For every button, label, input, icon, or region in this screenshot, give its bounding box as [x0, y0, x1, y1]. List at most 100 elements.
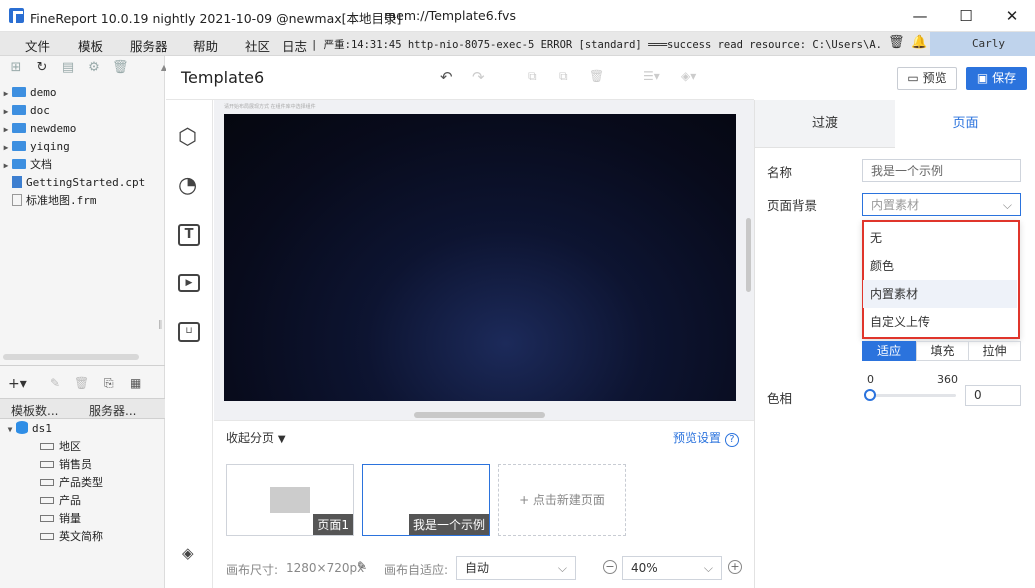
zoom-in-icon[interactable]: +: [728, 560, 742, 574]
align-icon[interactable]: ☰▾: [643, 69, 660, 83]
background-select[interactable]: 内置素材 ⌵: [862, 193, 1021, 216]
menu-template[interactable]: 模板: [78, 36, 103, 55]
notification-bell-icon[interactable]: 🔔: [911, 35, 927, 50]
zoom-select[interactable]: 40% ⌵: [622, 556, 722, 580]
save-label: 保存: [992, 71, 1017, 85]
field-icon: [40, 497, 54, 504]
page-name-input[interactable]: 我是一个示例: [862, 159, 1021, 182]
menu-server[interactable]: 服务器: [130, 36, 168, 55]
tree-item-map[interactable]: 标准地图.frm: [0, 192, 160, 210]
edit-dataset-icon[interactable]: ✎: [50, 376, 60, 390]
field-icon: [40, 479, 54, 486]
tree-horizontal-scrollbar[interactable]: [3, 354, 139, 360]
3d-component-icon[interactable]: ⬡: [178, 126, 197, 150]
new-folder-icon[interactable]: ⊞: [8, 60, 24, 76]
template-info-icon[interactable]: ▤: [60, 60, 76, 76]
collapse-pages-button[interactable]: 收起分页 ▼: [226, 429, 286, 446]
page-thumbnail-1[interactable]: 页面1: [226, 464, 354, 536]
close-button[interactable]: ✕: [989, 0, 1035, 32]
chevron-down-icon: ⌵: [1002, 198, 1012, 212]
window-title: FineReport 10.0.19 nightly 2021-10-09 @n…: [30, 11, 402, 26]
tree-item-gettingstarted[interactable]: GettingStarted.cpt: [0, 174, 160, 192]
delete-icon[interactable]: 🗑: [112, 60, 129, 76]
field-icon: [40, 515, 54, 522]
option-none[interactable]: 无: [863, 224, 1017, 252]
expand-arrow-icon[interactable]: ▶: [0, 85, 12, 103]
dataset-settings-icon[interactable]: ▦: [130, 376, 141, 390]
delete-log-icon[interactable]: 🗑: [888, 35, 905, 50]
file-path: mem://Template6.fvs: [384, 8, 516, 23]
save-icon: ▣: [976, 71, 993, 85]
tree-item-docs[interactable]: ▶ 文档: [0, 156, 160, 174]
expand-arrow-icon[interactable]: ▶: [0, 103, 12, 121]
preview-settings-link[interactable]: 预览设置 ?: [673, 429, 739, 447]
chart-component-icon[interactable]: ◔: [178, 174, 197, 198]
redo-icon[interactable]: ↷: [472, 68, 485, 86]
fit-fill-button[interactable]: 填充: [916, 341, 969, 361]
user-name[interactable]: Carly: [930, 32, 1035, 56]
text-component-icon[interactable]: T: [178, 224, 200, 246]
page-label: 我是一个示例: [408, 514, 489, 535]
delete-dataset-icon[interactable]: 🗑: [74, 376, 89, 390]
page-thumbnail-2[interactable]: 我是一个示例: [362, 464, 490, 536]
tab-template-dataset[interactable]: 模板数...: [11, 402, 58, 419]
expand-arrow-icon[interactable]: ▶: [0, 139, 12, 157]
paste-icon[interactable]: ⧉: [559, 69, 568, 84]
option-custom-upload[interactable]: 自定义上传: [863, 308, 1017, 336]
refresh-icon[interactable]: ↻: [34, 60, 50, 76]
tree-item-newdemo[interactable]: ▶ newdemo: [0, 120, 160, 138]
canvas-vertical-scrollbar[interactable]: [746, 218, 751, 292]
menu-file[interactable]: 文件: [25, 36, 50, 55]
hue-label: 色相: [767, 391, 793, 406]
minimize-button[interactable]: —: [897, 0, 943, 32]
hue-slider-handle[interactable]: [864, 389, 876, 401]
template-tree: ▶ demo ▶ doc ▶ newdemo ▶ yiqing ▶ 文档 GettingS…: [0, 82, 160, 362]
video-component-icon[interactable]: ▶: [178, 274, 200, 292]
menu-log[interactable]: 日志: [282, 36, 307, 55]
tree-item-doc[interactable]: ▶ doc: [0, 102, 160, 120]
option-builtin-material[interactable]: 内置素材: [863, 280, 1017, 308]
canvas-page[interactable]: [224, 114, 736, 401]
adaptive-select[interactable]: 自动 ⌵: [456, 556, 576, 580]
menu-help[interactable]: 帮助: [193, 36, 218, 55]
tree-item-demo[interactable]: ▶ demo: [0, 84, 160, 102]
container-component-icon[interactable]: ⊔: [178, 322, 200, 342]
maximize-button[interactable]: ☐: [943, 0, 989, 32]
expand-arrow-icon[interactable]: ▶: [0, 157, 12, 175]
hue-input[interactable]: 0: [965, 385, 1021, 406]
title-bar: FineReport 10.0.19 nightly 2021-10-09 @n…: [0, 0, 1035, 32]
field-label: 产品类型: [59, 476, 103, 489]
hue-slider-track[interactable]: [870, 394, 956, 397]
dataset-ds1[interactable]: ▼ ds1: [4, 420, 164, 438]
canvas-horizontal-scrollbar[interactable]: [414, 412, 545, 418]
preview-button[interactable]: ▭ 预览: [897, 67, 957, 90]
help-icon[interactable]: ?: [724, 433, 739, 447]
lock-icon[interactable]: ⚙: [86, 60, 102, 76]
delete-icon[interactable]: 🗑: [589, 69, 604, 83]
save-button[interactable]: ▣ 保存: [966, 67, 1027, 90]
add-dataset-icon[interactable]: +▾: [8, 376, 27, 392]
log-message: | 严重:14:31:45 http-nio-8075-exec-5 ERROR…: [311, 39, 883, 51]
preview-dataset-icon[interactable]: ⎘: [104, 376, 114, 391]
undo-icon[interactable]: ↶: [440, 68, 453, 86]
option-color[interactable]: 颜色: [863, 252, 1017, 280]
layer-icon[interactable]: ◈▾: [681, 69, 696, 83]
tab-transition[interactable]: 过渡: [755, 100, 895, 148]
fit-stretch-button[interactable]: 拉伸: [968, 341, 1021, 361]
collapse-handle-icon[interactable]: ‖: [158, 320, 163, 330]
expand-arrow-icon[interactable]: ▶: [0, 121, 12, 139]
collapse-arrow-icon[interactable]: ▼: [4, 421, 16, 439]
edit-size-icon[interactable]: ✎: [357, 559, 367, 573]
tab-page[interactable]: 页面: [895, 100, 1035, 148]
copy-icon[interactable]: ⧉: [528, 69, 537, 84]
zoom-out-icon[interactable]: −: [603, 560, 617, 574]
splitter[interactable]: [0, 365, 165, 369]
tree-item-yiqing[interactable]: ▶ yiqing: [0, 138, 160, 156]
fit-adapt-button[interactable]: 适应: [862, 341, 916, 361]
field-label: 销售员: [59, 458, 92, 471]
menu-community[interactable]: 社区: [245, 36, 270, 55]
new-page-button[interactable]: + 点击新建页面: [498, 464, 626, 536]
tab-server-dataset[interactable]: 服务器...: [89, 402, 136, 419]
layers-icon[interactable]: ◈: [182, 544, 194, 562]
field-icon: [40, 533, 54, 540]
